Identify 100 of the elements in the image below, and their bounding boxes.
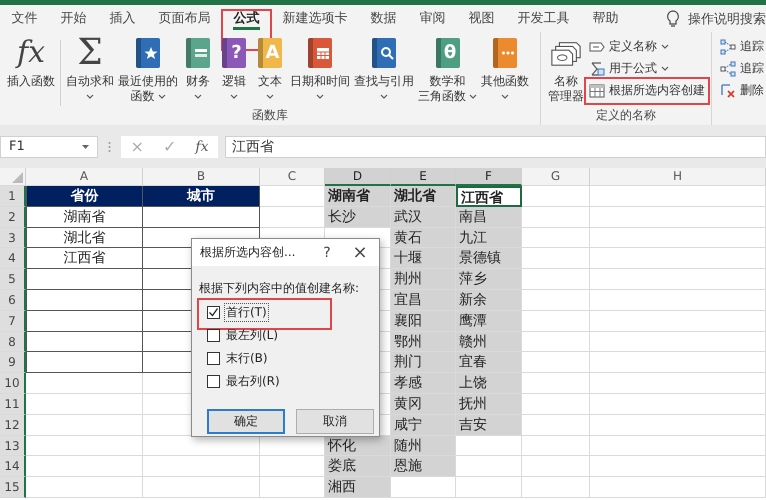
close-button[interactable]: × xyxy=(341,242,379,263)
table-cell[interactable]: 恩施 xyxy=(391,456,456,478)
checkbox[interactable] xyxy=(207,329,220,342)
ribbon-button[interactable]: 名称 管理器 xyxy=(547,36,585,104)
column-header[interactable]: D xyxy=(325,168,391,186)
ribbon-button[interactable]: A 文本 xyxy=(253,36,287,104)
column-header[interactable]: A xyxy=(26,168,143,186)
table-cell[interactable]: 赣州 xyxy=(456,332,522,352)
select-all-button[interactable] xyxy=(0,168,26,186)
column-header[interactable]: E xyxy=(391,168,456,186)
table-cell[interactable]: 南昌 xyxy=(456,206,522,228)
checkbox[interactable] xyxy=(207,375,220,388)
table-cell[interactable]: 鹰潭 xyxy=(456,310,522,332)
ribbon-button[interactable]: ? 逻辑 xyxy=(217,36,251,104)
table-cell[interactable]: 娄底 xyxy=(325,456,391,478)
ribbon-button[interactable]: 删除 xyxy=(718,80,766,101)
ribbon-tab[interactable]: 新建选项卡 xyxy=(271,5,359,32)
table-cell[interactable]: 长沙 xyxy=(325,206,391,228)
table-cell[interactable]: 咸宁 xyxy=(391,414,456,436)
ribbon-button[interactable]: 其他函数 xyxy=(480,36,530,104)
ribbon-button[interactable]: 追踪 xyxy=(718,36,766,57)
table-cell[interactable]: 湖北省 xyxy=(26,228,143,248)
lightbulb-icon[interactable] xyxy=(666,10,680,28)
name-box[interactable]: F1 xyxy=(0,136,98,158)
table-cell[interactable] xyxy=(26,310,143,332)
ok-button[interactable]: 确定 xyxy=(207,409,285,434)
ribbon-tab[interactable]: 开发工具 xyxy=(506,5,581,32)
table-cell[interactable]: 黄冈 xyxy=(391,394,456,415)
table-cell[interactable]: 湖南省 xyxy=(325,186,391,207)
row-header[interactable]: 15 xyxy=(0,477,26,498)
table-cell[interactable]: 上饶 xyxy=(456,373,522,394)
ribbon-button[interactable]: Σ 自动求和 xyxy=(65,36,115,104)
ribbon-tab[interactable]: 视图 xyxy=(457,5,506,32)
row-header[interactable]: 5 xyxy=(0,269,26,290)
table-cell[interactable]: 十堰 xyxy=(391,248,456,270)
checkbox-label[interactable]: 首行(T) xyxy=(224,303,269,322)
table-cell[interactable]: 鄂州 xyxy=(391,332,456,352)
table-cell[interactable]: 襄阳 xyxy=(391,310,456,332)
formula-input[interactable]: 江西省 xyxy=(225,136,766,158)
table-cell[interactable]: 怀化 xyxy=(325,436,391,456)
ribbon-tab[interactable]: 开始 xyxy=(49,5,98,32)
row-header[interactable]: 8 xyxy=(0,332,26,352)
help-button[interactable]: ? xyxy=(313,244,341,260)
row-header[interactable]: 1 xyxy=(0,186,26,207)
table-cell[interactable]: 宜昌 xyxy=(391,290,456,311)
column-heading-cell[interactable]: 城市 xyxy=(143,186,260,207)
column-header[interactable]: H xyxy=(590,168,766,186)
ribbon-button[interactable]: 用于公式 xyxy=(587,58,671,79)
cancel-button[interactable]: 取消 xyxy=(296,409,374,434)
row-header[interactable]: 4 xyxy=(0,248,26,270)
row-header[interactable]: 6 xyxy=(0,290,26,311)
ribbon-tab[interactable]: 帮助 xyxy=(581,5,630,32)
ribbon-button[interactable]: θ 数学和 三角函数 xyxy=(417,36,478,104)
ribbon-button[interactable]: 查找与引用 xyxy=(353,36,415,104)
ribbon-button[interactable]: fx 插入函数 xyxy=(6,36,56,89)
checkbox-label[interactable]: 末行(B) xyxy=(224,349,270,368)
search-field[interactable]: 操作说明搜索 xyxy=(688,10,766,28)
table-cell[interactable] xyxy=(26,269,143,290)
insert-function-button[interactable]: fx xyxy=(195,136,208,156)
ribbon-tab[interactable]: 数据 xyxy=(359,5,408,32)
row-header[interactable]: 14 xyxy=(0,456,26,478)
table-cell[interactable]: 江西省 xyxy=(456,186,522,207)
table-cell[interactable]: 荆州 xyxy=(391,269,456,290)
table-cell[interactable]: 湘西 xyxy=(325,477,391,498)
table-cell[interactable] xyxy=(143,206,260,228)
ribbon-button[interactable]: 根据所选内容创建 xyxy=(587,80,707,101)
table-cell[interactable]: 抚州 xyxy=(456,394,522,415)
checkbox-label[interactable]: 最右列(R) xyxy=(224,372,282,391)
ribbon-button[interactable]: 日期和时间 xyxy=(289,36,351,104)
table-cell[interactable]: 湖北省 xyxy=(391,186,456,207)
table-cell[interactable]: 江西省 xyxy=(26,248,143,270)
ribbon-tab[interactable]: 文件 xyxy=(0,5,49,32)
table-cell[interactable] xyxy=(26,352,143,374)
ribbon-button[interactable]: 最近使用的 函数 xyxy=(117,36,179,104)
column-header[interactable]: F xyxy=(456,168,522,186)
checkbox[interactable] xyxy=(207,306,220,319)
table-cell[interactable] xyxy=(26,290,143,311)
table-cell[interactable]: 荆门 xyxy=(391,352,456,374)
grip-icon[interactable] xyxy=(108,140,111,152)
table-cell[interactable]: 随州 xyxy=(391,436,456,456)
table-cell[interactable]: 吉安 xyxy=(456,414,522,436)
table-cell[interactable]: 武汉 xyxy=(391,206,456,228)
row-header[interactable]: 13 xyxy=(0,436,26,456)
row-header[interactable]: 11 xyxy=(0,394,26,415)
table-cell[interactable]: 萍乡 xyxy=(456,269,522,290)
ribbon-tab[interactable]: 插入 xyxy=(98,5,147,32)
row-header[interactable]: 7 xyxy=(0,310,26,332)
table-cell[interactable]: 孝感 xyxy=(391,373,456,394)
table-cell[interactable]: 宜春 xyxy=(456,352,522,374)
column-header[interactable]: B xyxy=(143,168,260,186)
table-cell[interactable]: 九江 xyxy=(456,228,522,248)
dropdown-icon[interactable] xyxy=(82,144,89,148)
ribbon-tab[interactable]: 审阅 xyxy=(408,5,457,32)
ribbon-button[interactable]: 追踪 xyxy=(718,58,766,79)
table-cell[interactable]: 黄石 xyxy=(391,228,456,248)
checkbox[interactable] xyxy=(207,352,220,365)
row-header[interactable]: 10 xyxy=(0,373,26,394)
row-header[interactable]: 9 xyxy=(0,352,26,374)
row-header[interactable]: 12 xyxy=(0,414,26,436)
ribbon-button[interactable]: 定义名称 xyxy=(587,36,671,57)
